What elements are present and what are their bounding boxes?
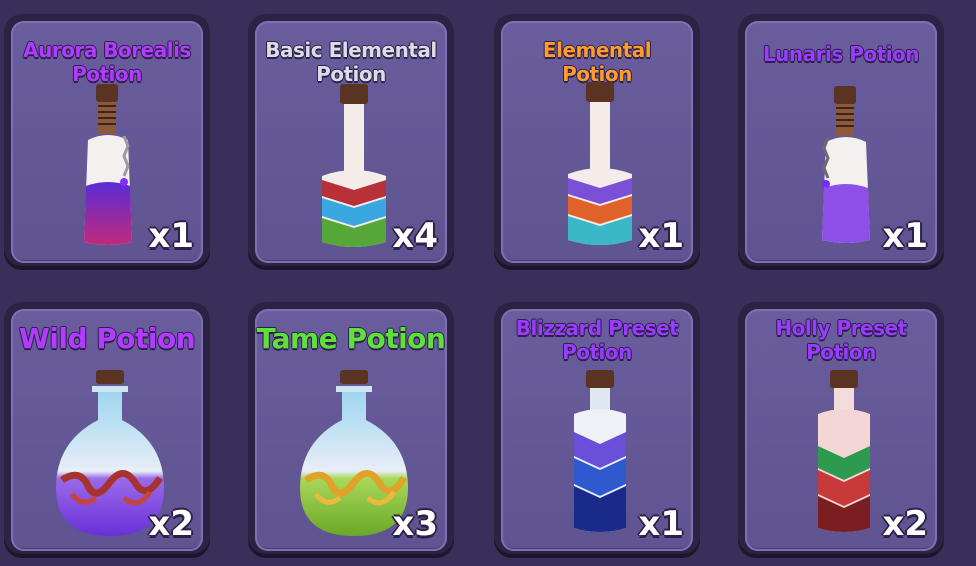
item-quantity: x1 bbox=[882, 216, 929, 257]
item-name-line1: Basic Elemental bbox=[265, 38, 438, 63]
item-quantity: x1 bbox=[638, 216, 685, 257]
aurora-borealis-potion-icon bbox=[84, 84, 132, 245]
blizzard-preset-potion-icon bbox=[574, 370, 626, 532]
inventory-slot-lunaris-potion[interactable]: Lunaris Potion x1 bbox=[738, 14, 944, 270]
item-name-line1: Blizzard Preset bbox=[515, 316, 679, 341]
inventory-slot-elemental-potion[interactable]: Elemental Potion x1 bbox=[494, 14, 700, 270]
item-name: Blizzard Preset Potion bbox=[494, 316, 700, 365]
item-name: Basic Elemental Potion bbox=[248, 38, 454, 87]
item-name: Lunaris Potion bbox=[762, 42, 920, 67]
item-quantity: x4 bbox=[392, 216, 439, 257]
item-name: Aurora Borealis Potion bbox=[4, 38, 210, 87]
basic-elemental-potion-icon bbox=[322, 84, 386, 247]
item-quantity: x1 bbox=[148, 216, 195, 257]
item-name-line1: Elemental bbox=[542, 38, 652, 63]
item-quantity: x2 bbox=[148, 504, 195, 545]
item-name: Holly Preset Potion bbox=[738, 316, 944, 365]
holly-preset-potion-icon bbox=[818, 370, 870, 532]
lunaris-potion-icon bbox=[822, 86, 870, 243]
item-quantity: x3 bbox=[392, 504, 439, 545]
item-name-line2: Potion bbox=[806, 340, 877, 365]
inventory-slot-blizzard-preset-potion[interactable]: Blizzard Preset Potion x1 bbox=[494, 302, 700, 558]
inventory-slot-tame-potion[interactable]: Tame Potion x3 bbox=[248, 302, 454, 558]
item-quantity: x1 bbox=[638, 504, 685, 545]
elemental-potion-icon bbox=[568, 82, 632, 245]
inventory-slot-basic-elemental-potion[interactable]: Basic Elemental Potion x4 bbox=[248, 14, 454, 270]
inventory-slot-holly-preset-potion[interactable]: Holly Preset Potion x2 bbox=[738, 302, 944, 558]
item-name: Wild Potion bbox=[18, 322, 196, 356]
item-name: Elemental Potion bbox=[494, 38, 700, 87]
item-name-line2: Potion bbox=[562, 340, 633, 365]
item-name-line1: Holly Preset bbox=[775, 316, 908, 341]
inventory-slot-wild-potion[interactable]: Wild Potion x2 bbox=[4, 302, 210, 558]
inventory-slot-aurora-borealis-potion[interactable]: Aurora Borealis Potion x1 bbox=[4, 14, 210, 270]
item-name-line1: Aurora Borealis bbox=[23, 38, 192, 63]
potion-inventory-grid: Aurora Borealis Potion x1 Basic Elementa… bbox=[0, 0, 976, 566]
item-quantity: x2 bbox=[882, 504, 929, 545]
item-name: Tame Potion bbox=[256, 322, 446, 356]
